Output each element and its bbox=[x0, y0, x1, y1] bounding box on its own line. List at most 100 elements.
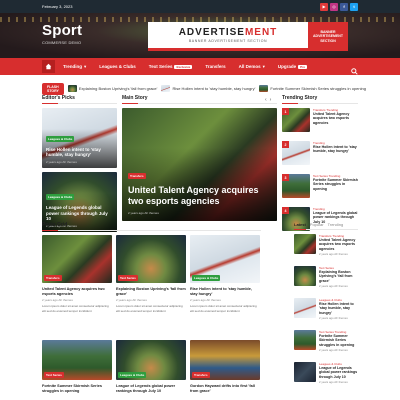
latest-thumb[interactable] bbox=[294, 362, 316, 382]
main-story-title: Main Story bbox=[122, 95, 277, 104]
site-logo[interactable]: Sport COMMERSE DEMO bbox=[42, 22, 82, 45]
current-date: February 3, 2023 bbox=[42, 4, 73, 9]
post-title[interactable]: Gordon Hayward drifts into first 'fall f… bbox=[190, 384, 260, 393]
card-title[interactable]: Rise Hollen intent to 'stay humble, stay… bbox=[46, 147, 113, 158]
latest-thumb[interactable] bbox=[294, 298, 316, 318]
main-story-card[interactable]: Transfers United Talent Agency acquires … bbox=[122, 108, 277, 221]
exclusive-badge: Exclusive bbox=[174, 64, 193, 69]
site-name[interactable]: Sport bbox=[42, 22, 82, 39]
youtube-icon[interactable]: ▶ bbox=[320, 2, 328, 11]
post-excerpt: Lorem ipsum dolor sit amet consectetur a… bbox=[116, 304, 183, 313]
posts-grid-title: Posts Grid bbox=[42, 222, 261, 231]
search-icon[interactable] bbox=[351, 62, 358, 80]
post-excerpt: Lorem ipsum dolor sit amet consectetur a… bbox=[190, 304, 257, 313]
tab-latest[interactable]: Latest bbox=[294, 222, 306, 230]
tab-popular[interactable]: Popular bbox=[310, 222, 324, 227]
carousel-arrows: ‹ › bbox=[265, 97, 271, 103]
post-card[interactable]: Text Series Fortnite Summer Skirmish Ser… bbox=[42, 340, 112, 393]
latest-item[interactable]: Text Series Trending Fortnite Summer Skir… bbox=[294, 330, 358, 358]
pro-badge: Pro bbox=[298, 64, 308, 69]
card-meta: 2 years ago AF themes bbox=[46, 160, 77, 164]
nav-trending[interactable]: Trending ▾ bbox=[63, 64, 86, 70]
top-bar: February 3, 2023 ▶ ◎ f t bbox=[0, 0, 400, 13]
ad-subtitle: BANNER ADVERTISEMENT SECTION bbox=[188, 39, 268, 43]
post-card[interactable]: Leagues & Clubs Rise Hollen intent to 's… bbox=[190, 235, 260, 313]
post-excerpt: Lorem ipsum dolor sit amet consectetur a… bbox=[42, 304, 109, 313]
widget-tabs: Latest Popular Trending bbox=[294, 222, 358, 230]
twitter-icon[interactable]: t bbox=[350, 2, 358, 11]
post-card[interactable]: Leagues & Clubs League of Legends global… bbox=[116, 340, 186, 393]
card-title[interactable]: League of Legends global power rankings … bbox=[46, 205, 113, 222]
site-tagline: COMMERSE DEMO bbox=[42, 40, 82, 45]
post-thumb[interactable]: Leagues & Clubs bbox=[190, 235, 260, 283]
post-card[interactable]: Transfers Gordon Hayward drifts into fir… bbox=[190, 340, 260, 393]
nav-all-demos[interactable]: All Demos ▾ bbox=[239, 64, 265, 70]
latest-item[interactable]: Text Series Explaining Boston Upriving's … bbox=[294, 266, 358, 294]
arrow-left-icon[interactable]: ‹ bbox=[265, 97, 267, 103]
nav-text-series[interactable]: Text Series Exclusive bbox=[149, 64, 193, 69]
ad-title: ADVERTISEMENT bbox=[178, 27, 278, 38]
post-title[interactable]: Explaining Boston Upriving's 'fall from … bbox=[116, 287, 186, 296]
trending-story-title: Trending Story bbox=[282, 95, 358, 104]
flash-item[interactable]: Explaining Boston Upriving's 'fall from … bbox=[67, 85, 157, 92]
post-title[interactable]: Rise Hollen intent to 'stay humble, stay… bbox=[190, 287, 260, 296]
arrow-right-icon[interactable]: › bbox=[270, 97, 272, 103]
nav-leagues[interactable]: Leagues & Clubs bbox=[99, 64, 136, 69]
editors-pick-card[interactable]: Leagues & Clubs Rise Hollen intent to 's… bbox=[42, 108, 117, 168]
nav-transfers[interactable]: Transfers bbox=[205, 64, 225, 69]
post-card[interactable]: Transfers United Talent Agency acquires … bbox=[42, 235, 112, 313]
masthead: Sport COMMERSE DEMO ADVERTISEMENT BANNER… bbox=[0, 13, 400, 58]
flash-story-label: FLASH STORY bbox=[42, 82, 64, 95]
ad-main[interactable]: ADVERTISEMENT BANNER ADVERTISEMENT SECTI… bbox=[148, 22, 308, 51]
main-story-headline[interactable]: United Talent Agency acquires two esport… bbox=[128, 185, 271, 208]
posts-grid: Posts Grid Transfers United Talent Agenc… bbox=[42, 222, 261, 393]
trending-thumb[interactable]: 3 bbox=[282, 174, 310, 198]
trending-item[interactable]: 1 Transfers Trending United Talent Agency… bbox=[282, 108, 358, 137]
post-card[interactable]: Text Series Explaining Boston Upriving's… bbox=[116, 235, 186, 313]
home-icon[interactable] bbox=[42, 60, 55, 73]
post-meta: 2 years ago AF themes bbox=[116, 298, 147, 303]
trending-thumb[interactable]: 1 bbox=[282, 108, 310, 132]
category-badge[interactable]: Leagues & Clubs bbox=[46, 135, 75, 142]
post-meta: 2 years ago AF themes bbox=[190, 298, 221, 303]
category-badge[interactable]: Transfers bbox=[128, 172, 146, 179]
flash-thumb bbox=[67, 85, 77, 92]
latest-thumb[interactable] bbox=[294, 330, 316, 350]
latest-widget: Latest Popular Trending Transfers Trendi… bbox=[294, 222, 358, 390]
advertisement-banner[interactable]: ADVERTISEMENT BANNER ADVERTISEMENT SECTI… bbox=[148, 22, 348, 51]
trending-item[interactable]: 2 Trending Rise Hollen intent to 'stay hu… bbox=[282, 141, 358, 170]
post-title[interactable]: Fortnite Summer Skirmish Series struggle… bbox=[42, 384, 112, 393]
post-thumb[interactable]: Text Series bbox=[116, 235, 186, 283]
tab-trending[interactable]: Trending bbox=[328, 222, 344, 227]
main-story: Main Story Transfers United Talent Agenc… bbox=[122, 95, 277, 221]
latest-item[interactable]: Leagues & Clubs League of Legends global … bbox=[294, 362, 358, 390]
instagram-icon[interactable]: ◎ bbox=[330, 2, 338, 11]
trending-item[interactable]: 3 Text Series Trending Fortnite Summer Sk… bbox=[282, 174, 358, 203]
latest-thumb[interactable] bbox=[294, 266, 316, 286]
post-title[interactable]: League of Legends global power rankings … bbox=[116, 384, 186, 393]
editors-picks-title: Editor's Picks bbox=[42, 95, 117, 104]
flash-item[interactable]: Rise Hollen intent to 'stay humble, stay… bbox=[161, 85, 255, 92]
flash-thumb bbox=[259, 85, 269, 92]
flash-thumb bbox=[161, 85, 171, 92]
latest-item[interactable]: Leagues & Clubs Rise Hollen intent to 'st… bbox=[294, 298, 358, 326]
editors-picks: Editor's Picks Leagues & Clubs Rise Holl… bbox=[42, 95, 117, 232]
flash-item[interactable]: Fortnite Summer Skirmish Series struggle… bbox=[259, 85, 366, 92]
nav-upgrade[interactable]: Upgrade Pro bbox=[278, 64, 308, 69]
post-thumb[interactable]: Transfers bbox=[190, 340, 260, 380]
facebook-icon[interactable]: f bbox=[340, 2, 348, 11]
post-thumb[interactable]: Leagues & Clubs bbox=[116, 340, 186, 380]
latest-item[interactable]: Transfers Trending United Talent Agency a… bbox=[294, 234, 358, 262]
post-thumb[interactable]: Transfers bbox=[42, 235, 112, 283]
post-thumb[interactable]: Text Series bbox=[42, 340, 112, 380]
post-meta: 2 years ago AF themes bbox=[42, 298, 73, 303]
main-nav: Trending ▾ Leagues & Clubs Text Series Exc… bbox=[0, 58, 400, 75]
category-badge[interactable]: Leagues & Clubs bbox=[46, 194, 75, 201]
latest-thumb[interactable] bbox=[294, 234, 316, 254]
post-title[interactable]: United Talent Agency acquires two esport… bbox=[42, 287, 112, 296]
trending-story: Trending Story 1 Transfers Trending Unite… bbox=[282, 95, 358, 236]
trending-thumb[interactable]: 2 bbox=[282, 141, 310, 165]
ad-side-label[interactable]: BANNER ADVERTISEMENT SECTION bbox=[308, 22, 348, 51]
card-meta: 2 years ago AF themes bbox=[128, 211, 159, 215]
social-links: ▶ ◎ f t bbox=[320, 2, 358, 11]
